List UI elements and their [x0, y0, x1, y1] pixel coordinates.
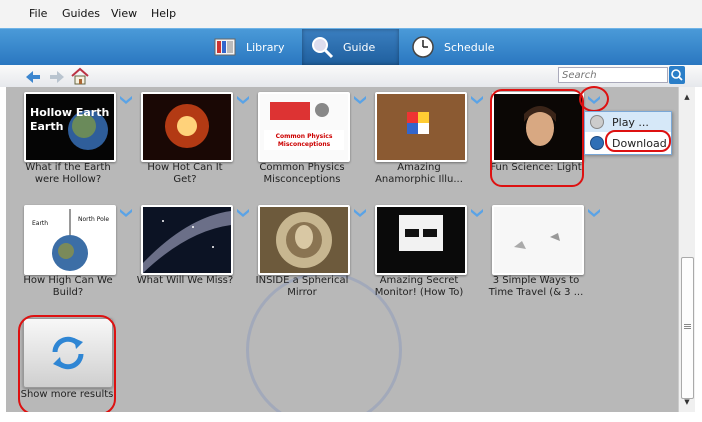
- chevron-down-icon[interactable]: [470, 207, 484, 219]
- download-icon: [590, 136, 604, 150]
- menu-file[interactable]: File: [29, 7, 47, 20]
- tab-bar: Library Guide Schedule: [0, 28, 702, 66]
- menu-item-download-label: Download: [612, 136, 667, 150]
- svg-text:Common Physics: Common Physics: [276, 133, 333, 140]
- video-thumbnail[interactable]: [258, 205, 350, 275]
- show-more-button[interactable]: [23, 318, 113, 388]
- video-thumbnail[interactable]: [492, 92, 584, 162]
- home-icon[interactable]: [70, 66, 90, 86]
- menu-item-download[interactable]: Download: [585, 133, 671, 153]
- menu-item-play[interactable]: Play ...: [585, 112, 671, 132]
- refresh-icon: [52, 336, 84, 370]
- video-thumbnail[interactable]: [141, 205, 233, 275]
- tab-schedule[interactable]: Schedule: [403, 29, 498, 65]
- svg-text:Misconceptions: Misconceptions: [278, 141, 331, 148]
- chevron-down-icon[interactable]: [587, 94, 601, 106]
- clock-icon: [412, 36, 434, 58]
- video-thumbnail[interactable]: Common Physics Misconceptions: [258, 92, 350, 162]
- thumb-text-hollow: Hollow Earth: [30, 106, 109, 119]
- chevron-down-icon[interactable]: [236, 94, 250, 106]
- menu-item-play-label: Play ...: [612, 115, 649, 129]
- menu-bar: File Guides View Help: [0, 0, 702, 28]
- chevron-down-icon[interactable]: [353, 207, 367, 219]
- chevron-down-icon[interactable]: [236, 207, 250, 219]
- tab-guide[interactable]: Guide: [302, 29, 399, 65]
- video-caption: Common Physics Misconceptions: [259, 162, 345, 185]
- video-caption: What Will We Miss?: [136, 275, 234, 286]
- svg-text:Earth: Earth: [30, 120, 63, 133]
- search-input[interactable]: [558, 67, 668, 83]
- video-caption: How High Can We Build?: [23, 275, 113, 298]
- scroll-down-arrow-icon[interactable]: ▼: [681, 396, 693, 408]
- menu-view[interactable]: View: [111, 7, 137, 20]
- video-caption: How Hot Can It Get?: [147, 162, 223, 185]
- video-grid: Hollow Earth Earth What if the Earth wer…: [6, 87, 678, 412]
- play-icon: [590, 115, 604, 129]
- video-thumbnail[interactable]: [492, 205, 584, 275]
- tab-schedule-label: Schedule: [444, 40, 495, 54]
- chevron-down-icon[interactable]: [587, 207, 601, 219]
- show-more-label: Show more results: [20, 389, 114, 400]
- video-thumbnail[interactable]: Hollow Earth Earth: [24, 92, 116, 162]
- video-thumbnail[interactable]: [141, 92, 233, 162]
- forward-arrow-icon[interactable]: [47, 67, 67, 87]
- chevron-down-icon[interactable]: [119, 94, 133, 106]
- video-caption: Amazing Secret Monitor! (How To): [374, 275, 464, 298]
- magnifier-icon: [312, 37, 334, 59]
- context-menu: Play ... Download: [584, 111, 672, 155]
- tab-guide-label: Guide: [343, 40, 376, 54]
- back-arrow-icon[interactable]: [23, 67, 43, 87]
- video-caption: INSIDE a Spherical Mirror: [255, 275, 349, 298]
- search-icon: [671, 69, 683, 81]
- tab-library-label: Library: [246, 40, 285, 54]
- library-icon: [214, 38, 236, 56]
- scroll-thumb[interactable]: [681, 257, 694, 399]
- grid-scrollbar[interactable]: ▲ ▼: [678, 87, 695, 412]
- video-caption: What if the Earth were Hollow?: [25, 162, 111, 185]
- video-thumbnail[interactable]: [375, 205, 467, 275]
- video-caption: Fun Science: Light: [490, 162, 582, 173]
- chevron-down-icon[interactable]: [470, 94, 484, 106]
- thumb-text-north-pole: North Pole: [78, 216, 109, 223]
- menu-guides[interactable]: Guides: [62, 7, 100, 20]
- scroll-up-arrow-icon[interactable]: ▲: [681, 91, 693, 103]
- video-thumbnail[interactable]: [375, 92, 467, 162]
- tab-library[interactable]: Library: [205, 29, 300, 65]
- video-thumbnail[interactable]: Earth North Pole: [24, 205, 116, 275]
- video-caption: 3 Simple Ways to Time Travel (& 3 ...: [488, 275, 584, 298]
- menu-help[interactable]: Help: [151, 7, 176, 20]
- chevron-down-icon[interactable]: [119, 207, 133, 219]
- search-button[interactable]: [669, 66, 685, 84]
- chevron-down-icon[interactable]: [353, 94, 367, 106]
- video-caption: Amazing Anamorphic Illu...: [375, 162, 463, 185]
- thumb-text-earth: Earth: [32, 220, 48, 227]
